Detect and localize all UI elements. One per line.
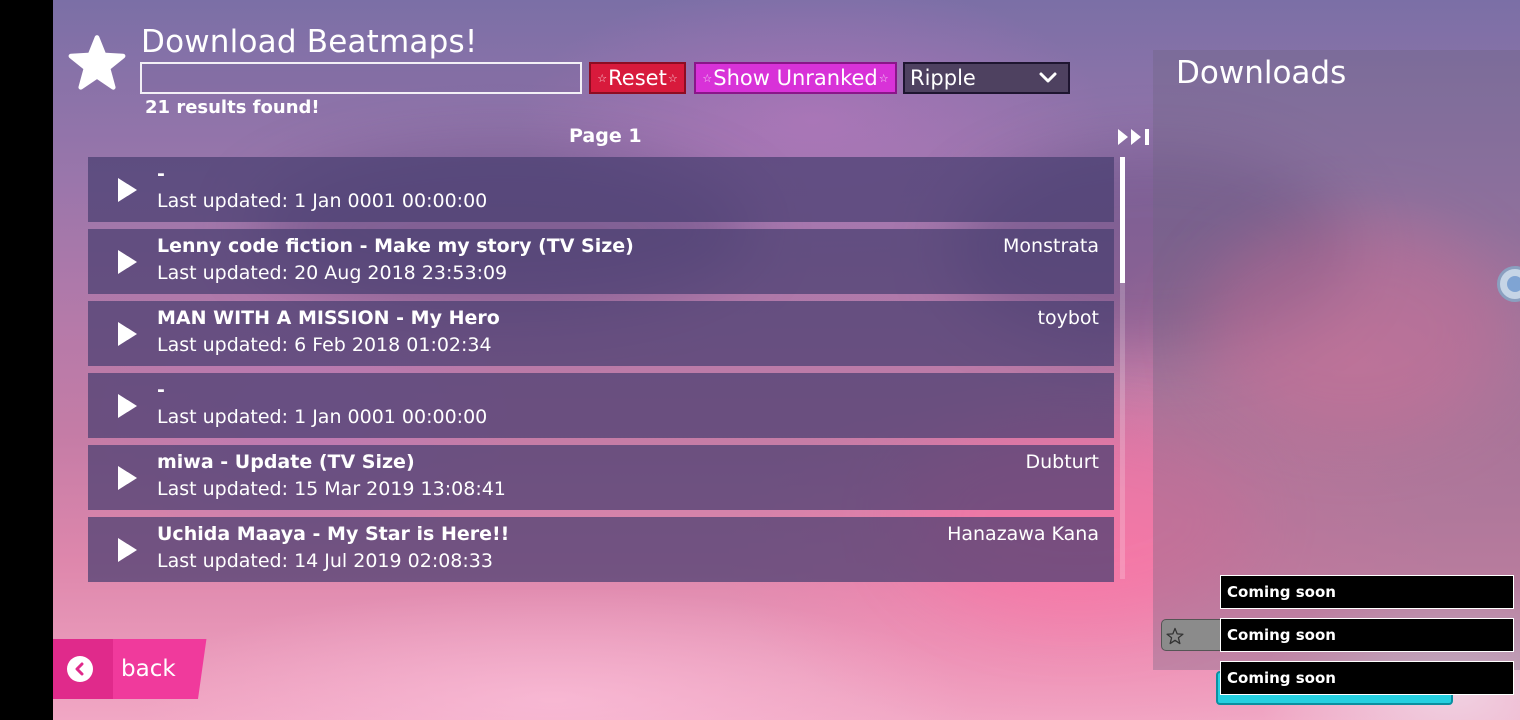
beatmap-mapper: toybot (1037, 307, 1099, 329)
beatmap-title: Uchida Maaya - My Star is Here!! (157, 523, 510, 545)
star-icon: ☆ (667, 71, 678, 85)
beatmap-row[interactable]: miwa - Update (TV Size) Last updated: 15… (88, 445, 1114, 510)
beatmap-last-updated: Last updated: 20 Aug 2018 23:53:09 (157, 262, 508, 284)
beatmap-row[interactable]: Uchida Maaya - My Star is Here!! Last up… (88, 517, 1114, 582)
results-count: 21 results found! (145, 97, 320, 118)
beatmap-mapper: Hanazawa Kana (947, 523, 1099, 545)
show-unranked-button[interactable]: ☆ Show Unranked ☆ (694, 62, 897, 94)
beatmap-last-updated: Last updated: 6 Feb 2018 01:02:34 (157, 334, 492, 356)
reset-button[interactable]: ☆ Reset ☆ (589, 62, 686, 94)
back-button[interactable]: back (53, 639, 207, 699)
beatmap-row[interactable]: - Last updated: 1 Jan 0001 00:00:00 (88, 373, 1114, 438)
toast-message: Coming soon (1220, 618, 1514, 652)
play-icon[interactable] (116, 537, 138, 563)
page-title: Download Beatmaps! (141, 24, 478, 60)
beatmap-title: Lenny code fiction - Make my story (TV S… (157, 235, 634, 257)
star-icon: ☆ (702, 71, 713, 85)
play-icon[interactable] (116, 393, 138, 419)
star-icon: ☆ (597, 71, 608, 85)
beatmap-title: MAN WITH A MISSION - My Hero (157, 307, 500, 329)
beatmap-last-updated: Last updated: 1 Jan 0001 00:00:00 (157, 190, 488, 212)
star-outline-icon (1166, 627, 1184, 645)
star-icon (68, 35, 126, 90)
show-unranked-label: Show Unranked (713, 66, 878, 90)
search-input[interactable] (140, 62, 582, 94)
play-icon[interactable] (116, 249, 138, 275)
beatmap-title: miwa - Update (TV Size) (157, 451, 415, 473)
toast-message: Coming soon (1220, 575, 1514, 609)
skip-forward-icon[interactable] (1116, 127, 1152, 147)
beatmap-row[interactable]: MAN WITH A MISSION - My Hero Last update… (88, 301, 1114, 366)
play-icon[interactable] (116, 321, 138, 347)
star-icon: ☆ (878, 71, 889, 85)
back-label: back (121, 656, 176, 682)
page-label: Page 1 (569, 125, 642, 147)
downloads-title: Downloads (1176, 55, 1347, 91)
beatmap-list: - Last updated: 1 Jan 0001 00:00:00 Lenn… (88, 157, 1114, 589)
chevron-left-icon (67, 656, 93, 682)
play-icon[interactable] (116, 465, 138, 491)
beatmap-mapper: Monstrata (1003, 235, 1099, 257)
beatmap-mapper: Dubturt (1025, 451, 1100, 473)
beatmap-row[interactable]: - Last updated: 1 Jan 0001 00:00:00 (88, 157, 1114, 222)
beatmap-row[interactable]: Lenny code fiction - Make my story (TV S… (88, 229, 1114, 294)
server-select-value: Ripple (910, 66, 976, 90)
beatmap-title: - (157, 379, 165, 401)
list-scrollbar-thumb[interactable] (1120, 157, 1125, 283)
beatmap-last-updated: Last updated: 14 Jul 2019 02:08:33 (157, 550, 493, 572)
toast-message: Coming soon (1220, 661, 1514, 695)
beatmap-last-updated: Last updated: 1 Jan 0001 00:00:00 (157, 406, 488, 428)
play-icon[interactable] (116, 177, 138, 203)
beatmap-last-updated: Last updated: 15 Mar 2019 13:08:41 (157, 478, 506, 500)
chevron-down-icon (1039, 72, 1057, 83)
reset-label: Reset (608, 66, 667, 90)
beatmap-title: - (157, 163, 165, 185)
server-select[interactable]: Ripple (903, 62, 1070, 94)
